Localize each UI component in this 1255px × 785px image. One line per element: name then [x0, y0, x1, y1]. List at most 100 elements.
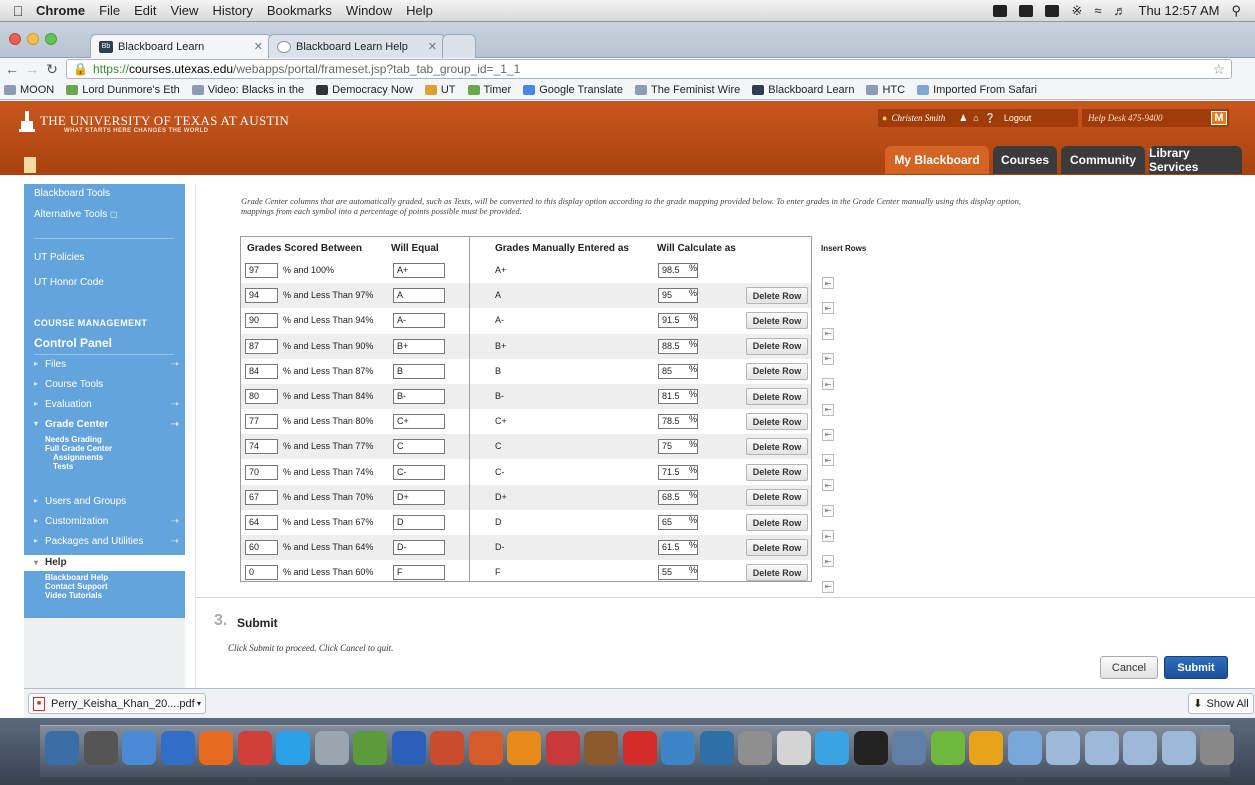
status-icon[interactable]: [1045, 4, 1060, 17]
control-panel-heading[interactable]: Control Panel: [24, 336, 185, 350]
calculator-icon[interactable]: [314, 731, 349, 765]
close-icon[interactable]: ✕: [428, 40, 437, 53]
apple-icon[interactable]: : [0, 3, 36, 19]
delete-row-button[interactable]: Delete Row: [746, 362, 808, 380]
dashboard-icon[interactable]: [83, 731, 118, 765]
insert-row-icon[interactable]: ⇤: [822, 378, 834, 391]
will-equal-input[interactable]: F: [393, 565, 445, 581]
low-percent-input[interactable]: 84: [245, 363, 278, 379]
low-percent-input[interactable]: 70: [245, 464, 278, 480]
low-percent-input[interactable]: 80: [245, 389, 278, 404]
menu-file[interactable]: File: [99, 3, 120, 18]
sidebar-packages-utilities[interactable]: Packages and Utilities ➝: [24, 536, 185, 547]
help-circle-icon[interactable]: ❔: [985, 113, 996, 124]
bookmark-imported-safari[interactable]: Imported From Safari: [917, 84, 1037, 96]
minimize-window-button[interactable]: [27, 33, 39, 45]
sidebar-video-tutorials[interactable]: Video Tutorials: [24, 591, 185, 600]
chevron-down-icon[interactable]: ▾: [197, 699, 201, 708]
zoom-window-button[interactable]: [45, 33, 57, 45]
acrobat-icon[interactable]: [622, 731, 657, 765]
status-icon[interactable]: [993, 4, 1008, 17]
delete-row-button[interactable]: Delete Row: [746, 488, 808, 506]
insert-row-icon[interactable]: ⇤: [822, 428, 834, 441]
tab-courses[interactable]: Courses: [993, 146, 1057, 174]
delete-row-button[interactable]: Delete Row: [746, 337, 808, 355]
book-icon[interactable]: [584, 731, 618, 765]
close-window-button[interactable]: [9, 33, 21, 45]
back-icon[interactable]: ←: [2, 61, 22, 77]
low-percent-input[interactable]: 67: [245, 489, 278, 505]
sidebar-help[interactable]: Help: [24, 555, 185, 571]
sidebar-tests[interactable]: Tests: [24, 462, 185, 471]
documents-folder-icon[interactable]: [1046, 731, 1080, 765]
bookmark-google-translate[interactable]: Google Translate: [523, 84, 623, 96]
bookmark-democracy-now[interactable]: Democracy Now: [316, 84, 413, 96]
sidebar-alternative-tools[interactable]: Alternative Tools ▢: [24, 209, 185, 220]
low-percent-input[interactable]: 77: [245, 414, 278, 430]
skype-icon[interactable]: [276, 731, 310, 765]
show-all-downloads-button[interactable]: ⬇ Show All: [1188, 693, 1254, 714]
reload-icon[interactable]: ↻: [42, 61, 62, 78]
delete-row-button[interactable]: Delete Row: [746, 463, 808, 481]
vlc-icon[interactable]: [969, 731, 1003, 765]
sidebar-grade-center[interactable]: Grade Center ➝: [24, 419, 185, 430]
menu-bookmarks[interactable]: Bookmarks: [267, 3, 332, 18]
m-badge-icon[interactable]: M: [1211, 111, 1227, 125]
bookmark-blackboard-learn[interactable]: Blackboard Learn: [752, 84, 854, 96]
utorrent-icon[interactable]: [930, 731, 965, 765]
folder-icon[interactable]: [1161, 731, 1196, 765]
insert-row-icon[interactable]: ⇤: [822, 479, 834, 492]
sidebar-files[interactable]: Files ➝: [24, 359, 185, 370]
delete-row-button[interactable]: Delete Row: [746, 514, 808, 531]
tab-library-services[interactable]: Library Services: [1149, 146, 1242, 174]
menu-window[interactable]: Window: [346, 3, 392, 18]
bookmark-timer[interactable]: Timer: [467, 84, 511, 96]
folder-icon[interactable]: [1123, 731, 1157, 765]
sidebar-ut-honor-code[interactable]: UT Honor Code: [24, 277, 185, 288]
low-percent-input[interactable]: 64: [245, 515, 278, 530]
new-tab-button[interactable]: [442, 34, 476, 58]
low-percent-input[interactable]: 0: [245, 565, 278, 581]
applications-folder-icon[interactable]: [1007, 731, 1042, 765]
dictionary-icon[interactable]: [545, 731, 580, 765]
insert-row-icon[interactable]: ⇤: [822, 277, 834, 289]
sidebar-blackboard-tools[interactable]: Blackboard Tools: [24, 188, 185, 199]
menu-history[interactable]: History: [212, 3, 252, 18]
excel-icon[interactable]: [353, 731, 387, 765]
chrome-icon[interactable]: [237, 731, 272, 765]
delete-row-button[interactable]: Delete Row: [746, 312, 808, 330]
downloads-folder-icon[interactable]: [1084, 731, 1119, 765]
will-equal-input[interactable]: D-: [393, 540, 445, 556]
will-equal-input[interactable]: C: [393, 439, 445, 455]
will-equal-input[interactable]: C-: [393, 464, 445, 480]
wifi-icon[interactable]: ≈: [1094, 3, 1101, 18]
menu-view[interactable]: View: [170, 3, 198, 18]
will-equal-input[interactable]: B+: [393, 338, 445, 354]
tab-community[interactable]: Community: [1061, 146, 1145, 174]
word-icon[interactable]: [391, 731, 426, 765]
time-machine-icon[interactable]: [892, 731, 926, 765]
bookmark-star-icon[interactable]: ☆: [1212, 61, 1225, 78]
system-preferences-icon[interactable]: [122, 731, 156, 765]
low-percent-input[interactable]: 87: [245, 338, 278, 354]
sidebar-blackboard-help[interactable]: Blackboard Help: [24, 573, 185, 582]
home-icon[interactable]: ⌂: [973, 113, 978, 123]
insert-row-icon[interactable]: ⇤: [822, 504, 834, 517]
mail-icon[interactable]: [815, 731, 849, 765]
bluetooth-icon[interactable]: ※: [1071, 3, 1082, 19]
insert-row-icon[interactable]: ⇤: [822, 454, 834, 467]
low-percent-input[interactable]: 94: [245, 288, 278, 304]
bookmark-htc[interactable]: HTC: [866, 84, 905, 96]
spotlight-icon[interactable]: ⚲: [1231, 3, 1241, 19]
preview-icon[interactable]: [738, 731, 772, 765]
sidebar-users-and-groups[interactable]: Users and Groups: [24, 496, 185, 507]
sidebar-full-grade-center[interactable]: Full Grade Center: [24, 444, 185, 453]
sidebar-evaluation[interactable]: Evaluation ➝: [24, 399, 185, 410]
tab-my-blackboard[interactable]: My Blackboard: [885, 146, 989, 174]
will-equal-input[interactable]: A: [393, 288, 445, 304]
insert-row-icon[interactable]: ⇤: [822, 403, 834, 416]
tab-blackboard-learn[interactable]: Bb Blackboard Learn ✕: [90, 34, 272, 58]
sidebar-customization[interactable]: Customization ➝: [24, 516, 185, 527]
photo-booth-icon[interactable]: [776, 731, 811, 765]
bookmark-lord-dunmore[interactable]: Lord Dunmore's Eth: [66, 84, 180, 96]
